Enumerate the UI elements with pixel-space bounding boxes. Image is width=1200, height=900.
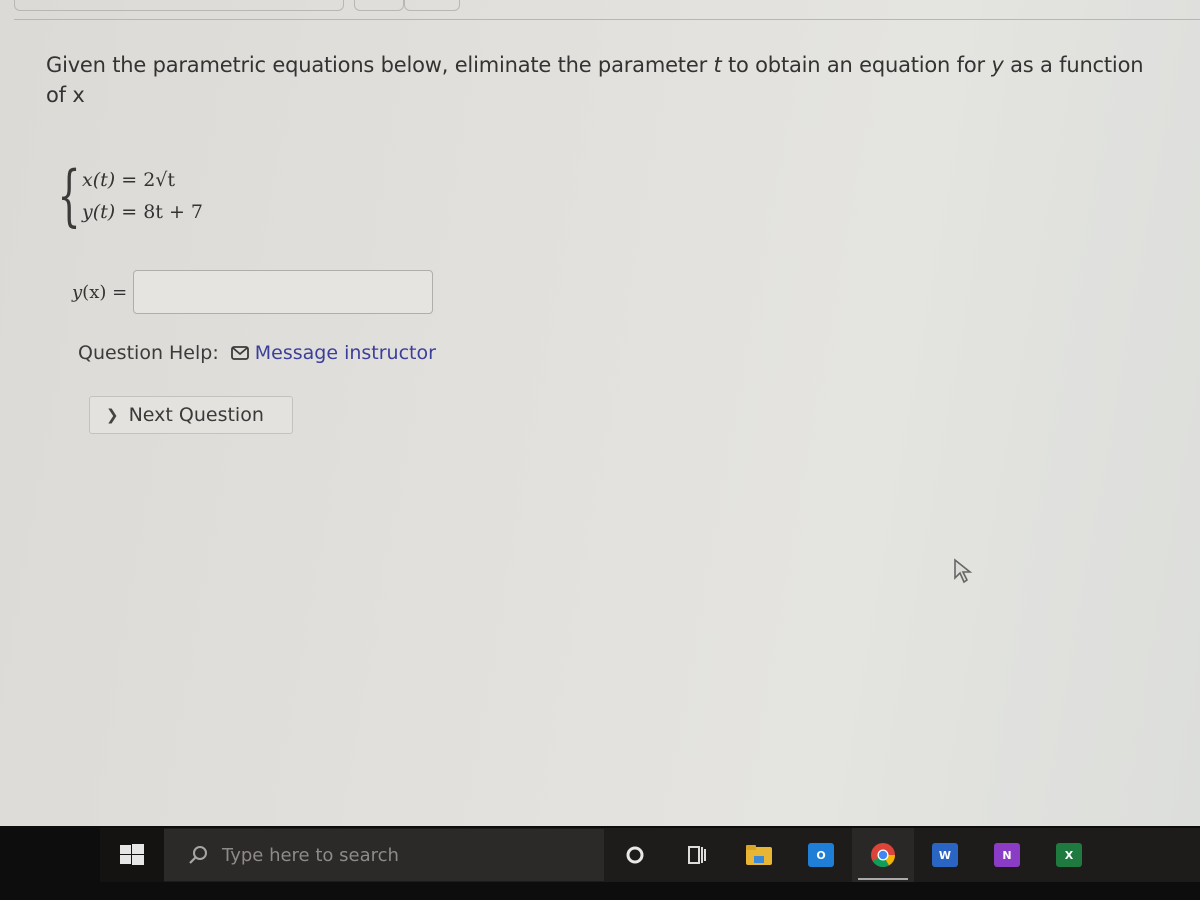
prompt-text: Given the parametric equations below, el… xyxy=(46,53,714,77)
chrome-button[interactable] xyxy=(852,828,914,882)
onenote-button[interactable]: N xyxy=(976,828,1038,882)
chevron-right-icon: ❯ xyxy=(106,406,119,424)
outlook-button[interactable]: O xyxy=(790,828,852,882)
equation-lhs: y(t) xyxy=(82,201,116,223)
equation-x: x(t) = 2√t xyxy=(82,169,203,191)
answer-row: y(x) = xyxy=(72,270,434,314)
mail-icon xyxy=(230,346,249,360)
equation-system: { x(t) = 2√t y(t) = 8t + 7 xyxy=(57,156,203,236)
divider xyxy=(14,19,1200,20)
mouse-cursor-icon xyxy=(954,558,973,584)
next-question-label: Next Question xyxy=(128,404,264,426)
search-placeholder: Type here to search xyxy=(222,844,399,866)
task-view-icon xyxy=(688,846,706,864)
help-label: Question Help: xyxy=(78,342,219,364)
top-tab-strip xyxy=(14,0,460,11)
answer-label-arg: (x) xyxy=(82,281,107,303)
prompt-var: y xyxy=(991,53,1004,77)
word-icon: W xyxy=(932,843,958,867)
taskbar-search[interactable]: Type here to search xyxy=(164,829,604,881)
question-help: Question Help: Message instructor xyxy=(78,342,436,364)
start-button[interactable] xyxy=(100,828,164,882)
chrome-icon xyxy=(871,843,895,868)
prompt-param: t xyxy=(713,53,722,77)
equation-rhs: = 8t + 7 xyxy=(121,201,204,223)
equation-rhs: = 2√t xyxy=(121,169,176,191)
question-prompt: Given the parametric equations below, el… xyxy=(46,50,1146,110)
taskbar: Type here to search O W N X xyxy=(100,828,1200,882)
top-tab[interactable] xyxy=(404,0,460,11)
onenote-icon: N xyxy=(994,843,1020,867)
task-view-button[interactable] xyxy=(666,828,728,882)
search-icon xyxy=(189,846,207,864)
message-instructor-link[interactable]: Message instructor xyxy=(255,342,436,364)
excel-icon: X xyxy=(1056,843,1082,867)
folder-icon xyxy=(746,845,772,865)
answer-label: y(x) = xyxy=(72,282,127,303)
answer-input[interactable] xyxy=(133,270,434,314)
equation-lhs: x(t) xyxy=(82,169,116,191)
top-tab[interactable] xyxy=(354,0,404,11)
word-button[interactable]: W xyxy=(914,828,976,882)
brace-symbol: { xyxy=(57,157,81,234)
answer-label-eq: = xyxy=(106,281,128,303)
cortana-button[interactable] xyxy=(604,828,666,882)
prompt-text: to obtain an equation for xyxy=(721,53,992,77)
cortana-icon xyxy=(626,846,644,864)
answer-label-fn: y xyxy=(72,281,83,303)
next-question-button[interactable]: ❯ Next Question xyxy=(89,396,293,434)
equation-y: y(t) = 8t + 7 xyxy=(82,201,203,223)
outlook-icon: O xyxy=(808,843,834,867)
excel-button[interactable]: X xyxy=(1038,828,1100,882)
top-tab[interactable] xyxy=(14,0,344,11)
windows-logo-icon xyxy=(120,844,144,865)
file-explorer-button[interactable] xyxy=(728,828,790,882)
